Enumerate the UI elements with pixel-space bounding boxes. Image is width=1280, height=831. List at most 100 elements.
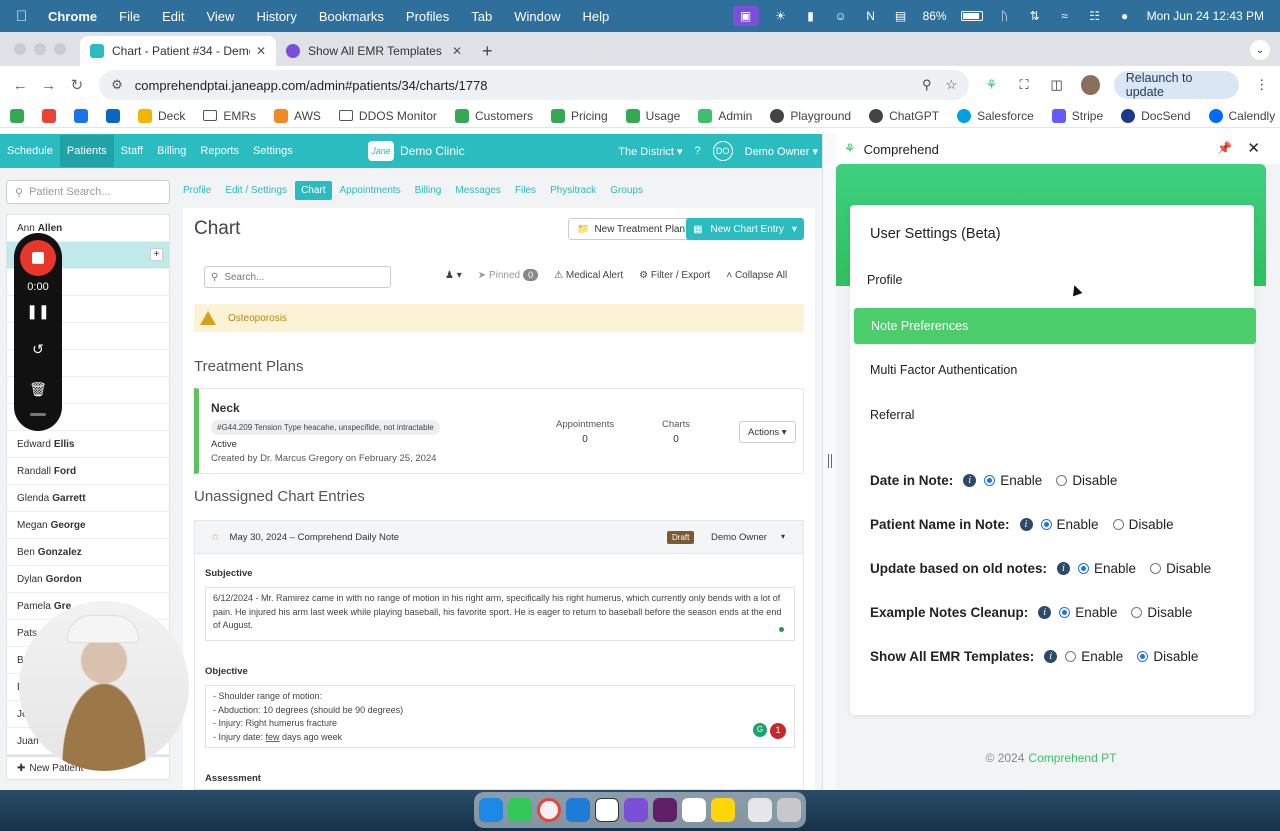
relaunch-to-update-button[interactable]: Relaunch to update [1113,71,1240,99]
volume-icon[interactable]: ▮ [803,9,819,23]
screen-share-icon[interactable]: ▣ [732,6,759,26]
patient-list-item[interactable]: Megan George [7,512,169,539]
messages-icon[interactable] [508,798,532,822]
patient-list-item[interactable]: Edward Ellis [7,431,169,458]
patient-list-item[interactable]: Randall Ford [7,458,169,485]
subnav-appointments[interactable]: Appointments [340,185,401,196]
radio-button[interactable] [1059,607,1071,618]
patient-list-item[interactable]: Ben Gonzalez [7,539,169,566]
settings-menu-mfa[interactable]: Multi Factor Authentication [870,363,1017,377]
location-dropdown[interactable]: The District ▾ [618,145,682,158]
tab-show-all-emr-templates[interactable]: Show All EMR Templates ✕ [276,36,472,66]
finder-icon[interactable] [479,798,503,822]
user-menu[interactable]: Demo Owner ▾ [745,145,818,158]
menu-window[interactable]: Window [514,9,560,24]
pin-icon[interactable]: 📌 [1217,141,1232,155]
url-text[interactable]: comprehendptai.janeapp.com/admin#patient… [135,78,908,93]
nav-billing[interactable]: Billing [157,135,186,167]
bookmark-emrs[interactable]: EMRs [203,109,256,123]
add-appointment-plus-icon[interactable]: + [150,248,163,261]
chart-entry-header[interactable]: ☆ May 30, 2024 – Comprehend Daily Note D… [195,521,803,554]
bookmark-chatgpt[interactable]: ChatGPT [869,108,939,123]
medical-alert-button[interactable]: ⚠ Medical Alert [554,270,623,281]
plan-name[interactable]: Neck [211,401,240,415]
subjective-textarea[interactable]: 6/12/2024 - Mr. Ramirez came in with no … [205,587,795,641]
radio-button[interactable] [1056,475,1068,486]
staff-filter-dropdown[interactable]: ♟ ▾ [445,270,462,281]
settings-menu-profile[interactable]: Profile [867,273,902,287]
grammar-badge[interactable]: G 1 [753,723,786,739]
disable-radio[interactable]: Disable [1131,605,1192,620]
bookmark-linkedin[interactable] [106,108,120,123]
vscode-icon[interactable] [566,798,590,822]
new-chart-entry-button[interactable]: ▦ New Chart Entry ▾ [686,218,804,240]
user-avatar[interactable]: DO [712,141,733,161]
settings-menu-note-preferences[interactable]: Note Preferences [854,308,1256,344]
wifi-icon[interactable]: ≈ [1057,9,1073,23]
tab-chart-patient[interactable]: Chart - Patient #34 - Demo C ✕ [80,36,276,66]
subnav-files[interactable]: Files [515,185,536,196]
bookmark-aws[interactable]: AWS [274,108,321,123]
zoom-window-button[interactable] [54,43,66,55]
patient-list-item[interactable]: Glenda Garrett [7,485,169,512]
bookmark-deck[interactable]: Deck [138,108,185,123]
radio-button[interactable] [1137,651,1149,662]
bookmark-maps[interactable] [10,108,24,123]
star-icon[interactable]: ☆ [211,532,220,543]
radio-button[interactable] [984,475,996,486]
bookmark-salesforce[interactable]: Salesforce [957,108,1034,123]
enable-radio[interactable]: Enable [984,473,1042,488]
control-center-icon[interactable]: ☷ [1087,9,1103,23]
disable-radio[interactable]: Disable [1112,517,1174,532]
disable-radio[interactable]: Disable [1150,561,1211,576]
bookmark-calendar[interactable] [74,108,88,123]
enable-radio[interactable]: Enable [1065,649,1123,664]
menubar-clock[interactable]: Mon Jun 24 12:43 PM [1147,9,1264,23]
menu-bookmarks[interactable]: Bookmarks [319,9,384,24]
pinned-filter[interactable]: ➤ Pinned 0 [478,269,539,281]
subnav-groups[interactable]: Groups [610,185,643,196]
bookmark-ddos-monitor[interactable]: DDOS Monitor [338,109,437,123]
radio-button[interactable] [1078,563,1090,574]
entry-menu-chevron-icon[interactable]: ▾ [781,532,785,541]
menu-history[interactable]: History [256,9,296,24]
apple-icon[interactable]:  [16,8,34,25]
comprehend-extension-icon[interactable]: ⚘ [981,74,1002,96]
side-panel-icon[interactable]: ◫ [1046,74,1067,96]
info-icon[interactable]: i [1019,518,1033,531]
info-icon[interactable]: i [1038,606,1052,619]
siri-icon[interactable]: ● [1117,9,1133,23]
settings-menu-referral[interactable]: Referral [870,408,914,422]
profile-avatar[interactable] [1081,75,1100,95]
close-tab-icon[interactable]: ✕ [452,44,462,58]
notion-icon[interactable] [595,798,619,822]
bookmark-admin[interactable]: Admin [698,108,752,123]
disable-radio[interactable]: Disable [1056,473,1117,488]
back-button[interactable]: ← [8,72,32,98]
enable-radio[interactable]: Enable [1078,561,1136,576]
info-icon[interactable]: i [963,474,977,487]
filter-export-button[interactable]: ⚙ Filter / Export [639,270,710,281]
forward-button[interactable]: → [36,72,60,98]
nav-settings[interactable]: Settings [253,135,293,167]
bookmark-playground[interactable]: Playground [770,108,851,123]
notion-icon[interactable]: N [863,9,879,23]
bookmark-gmail[interactable] [42,108,56,123]
enable-radio[interactable]: Enable [1040,517,1099,532]
menu-file[interactable]: File [119,9,140,24]
calendar-icon[interactable] [682,798,706,822]
battery-icon[interactable] [960,11,983,21]
bookmark-usage[interactable]: Usage [625,108,680,123]
menu-edit[interactable]: Edit [162,9,184,24]
patient-list-item[interactable]: Dylan Gordon [7,566,169,593]
subnav-profile[interactable]: Profile [183,185,211,196]
side-panel-resize-handle[interactable] [822,134,836,790]
menu-app-name[interactable]: Chrome [48,9,97,24]
subnav-messages[interactable]: Messages [455,185,501,196]
footer-brand-link[interactable]: Comprehend PT [1028,751,1116,765]
chart-search-input[interactable]: ⚲ Search... [204,266,391,288]
bluetooth-icon[interactable]: ᚢ [997,9,1013,23]
bookmark-calendly[interactable]: Calendly [1208,108,1275,123]
subnav-physitrack[interactable]: Physitrack [550,185,596,196]
radio-button[interactable] [1150,563,1162,574]
